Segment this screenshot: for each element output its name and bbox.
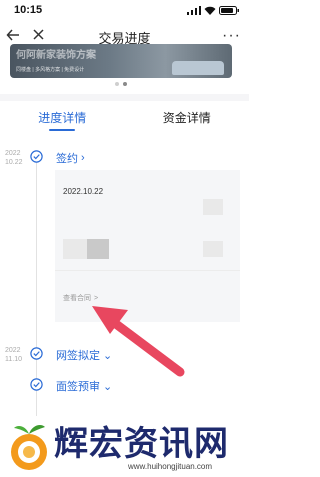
tab-bar: 进度详情 资金详情 bbox=[0, 101, 249, 133]
watermark-title: 辉宏资讯网 bbox=[54, 424, 229, 464]
close-icon[interactable] bbox=[32, 28, 45, 41]
tab-progress-details[interactable]: 进度详情 bbox=[0, 101, 125, 133]
chevron-down-icon: ⌄ bbox=[103, 349, 113, 362]
chevron-down-icon: ⌄ bbox=[103, 380, 113, 393]
banner-headline: 何阿新家装饰方案 bbox=[16, 50, 96, 61]
view-contract-link[interactable]: 查看合同 > bbox=[63, 293, 98, 303]
blurred-content bbox=[63, 239, 87, 259]
blurred-content bbox=[203, 241, 223, 257]
banner-subtitle: 同楼盘 | 多风格方案 | 免费设计 bbox=[16, 67, 85, 73]
orange-logo-icon bbox=[11, 425, 47, 470]
signal-icon bbox=[187, 5, 201, 15]
site-watermark: 辉宏资讯网 www.huihongjituan.com bbox=[0, 416, 249, 477]
step-detail-card: 2022.10.22 查看合同 > bbox=[55, 170, 240, 322]
blurred-content bbox=[203, 199, 223, 215]
check-circle-icon bbox=[30, 150, 43, 163]
card-date: 2022.10.22 bbox=[63, 187, 104, 196]
step-title-label: 网签拟定 bbox=[56, 350, 100, 362]
step-date-day: 11.10 bbox=[5, 356, 22, 363]
status-icons bbox=[187, 5, 239, 15]
pagination-dot-active bbox=[123, 82, 127, 86]
check-circle-icon bbox=[30, 347, 43, 360]
step-date-year: 2022 bbox=[5, 347, 21, 354]
status-time: 10:15 bbox=[14, 4, 43, 16]
promo-banner[interactable]: 何阿新家装饰方案 同楼盘 | 多风格方案 | 免费设计 bbox=[10, 44, 232, 78]
status-bar: 10:15 bbox=[0, 0, 249, 20]
banner-pagination bbox=[115, 82, 127, 86]
section-divider bbox=[0, 94, 249, 101]
tab-fund-details[interactable]: 资金详情 bbox=[125, 101, 250, 133]
step-date-day: 10.22 bbox=[5, 159, 23, 166]
wifi-icon bbox=[204, 6, 216, 15]
step-date-year: 2022 bbox=[5, 150, 21, 157]
blurred-content bbox=[87, 239, 109, 259]
card-divider bbox=[55, 270, 240, 271]
chevron-right-icon: › bbox=[81, 152, 85, 164]
step-online-signing[interactable]: 网签拟定 ⌄ bbox=[56, 347, 112, 363]
step-title-label: 面签预审 bbox=[56, 381, 100, 393]
sofa-image bbox=[172, 61, 224, 75]
step-date: 2022 11.10 bbox=[5, 346, 22, 364]
check-circle-icon bbox=[30, 378, 43, 391]
view-contract-label: 查看合同 bbox=[63, 295, 91, 302]
chevron-right-icon: > bbox=[94, 294, 99, 302]
more-menu-icon[interactable]: ··· bbox=[222, 28, 241, 44]
battery-icon bbox=[219, 5, 239, 15]
step-interview-review[interactable]: 面签预审 ⌄ bbox=[56, 378, 112, 394]
step-date: 2022 10.22 bbox=[5, 149, 23, 167]
back-arrow-icon[interactable] bbox=[6, 28, 20, 42]
step-sign-contract[interactable]: 签约 › bbox=[56, 150, 85, 166]
step-title-label: 签约 bbox=[56, 153, 78, 165]
watermark-url: www.huihongjituan.com bbox=[128, 462, 213, 471]
pagination-dot bbox=[115, 82, 119, 86]
